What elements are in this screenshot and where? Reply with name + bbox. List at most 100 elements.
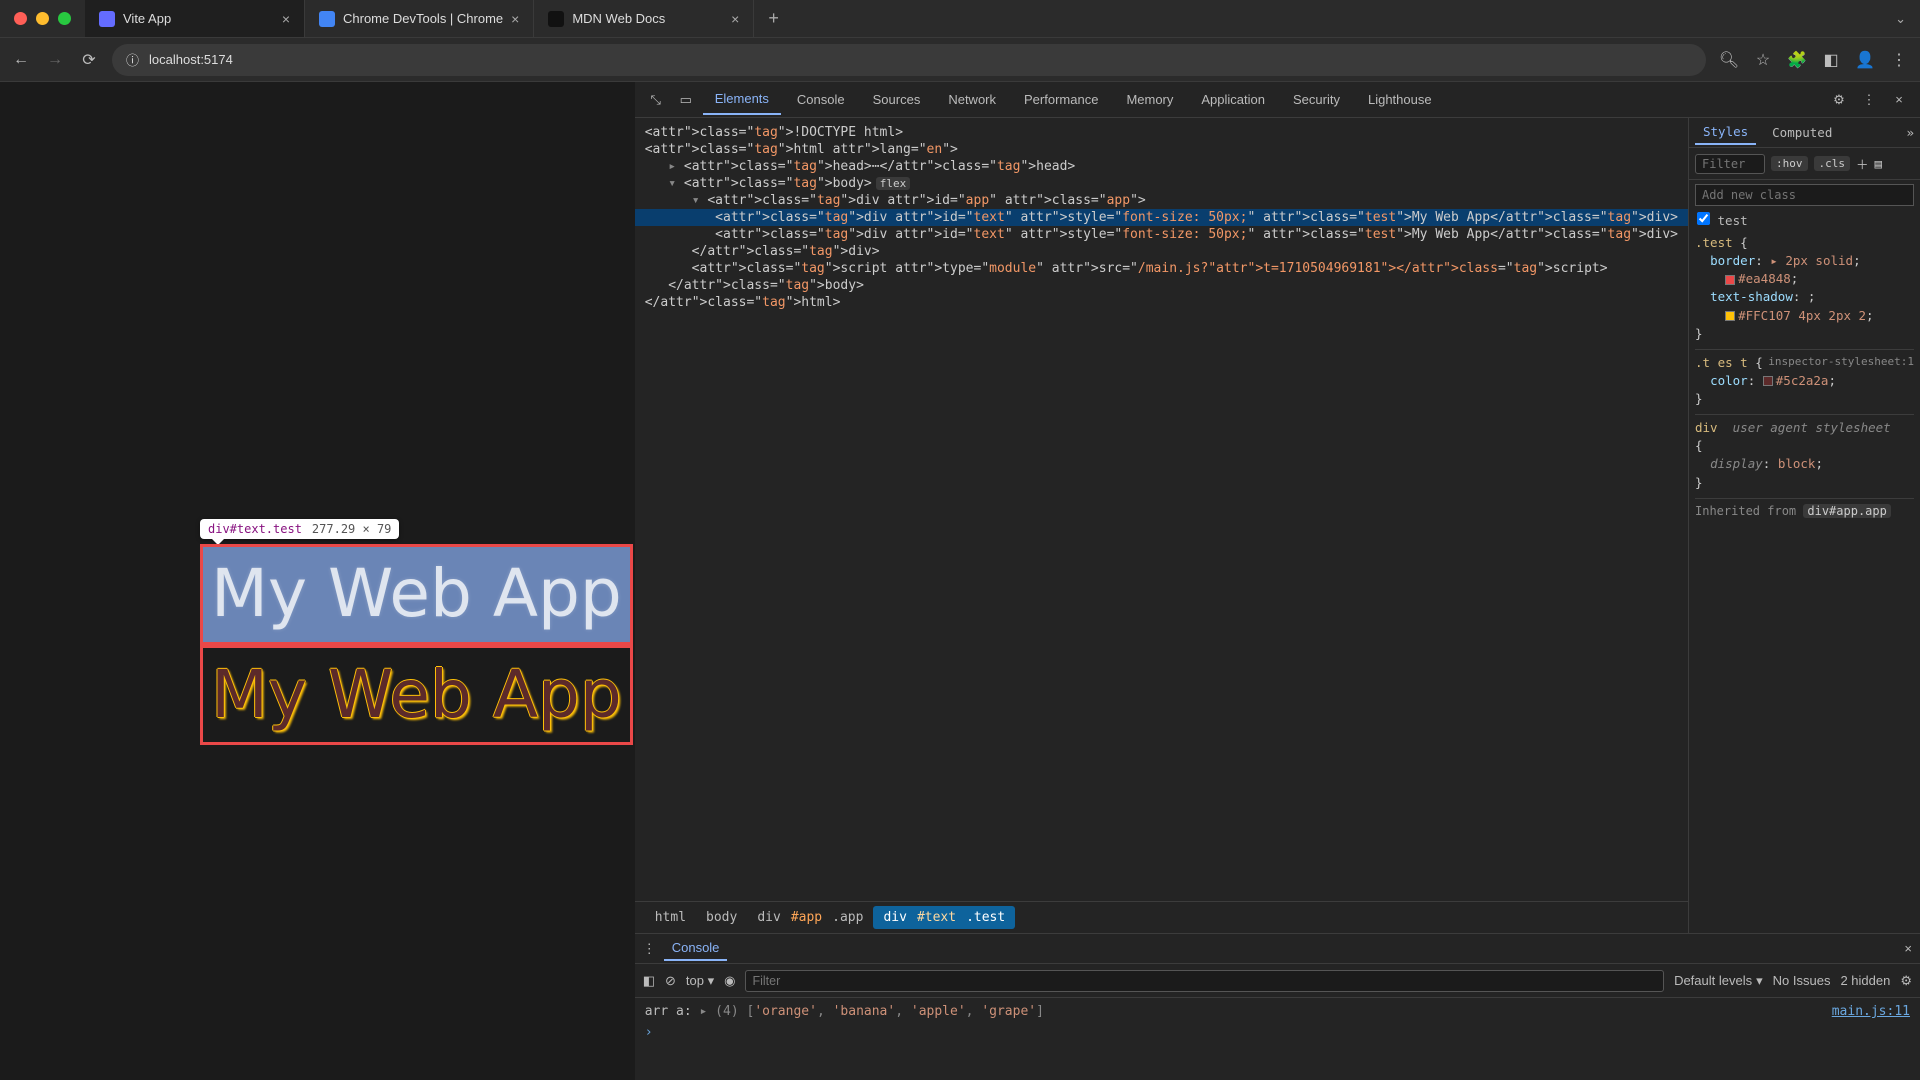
hidden-count[interactable]: 2 hidden <box>1840 973 1890 988</box>
class-checkbox[interactable] <box>1697 212 1710 225</box>
dom-node[interactable]: ▸ <attr">class="tag">head>⋯</attr">class… <box>635 158 1688 175</box>
tooltip-selector: div#text.test <box>208 522 302 536</box>
add-class-input[interactable] <box>1695 184 1914 206</box>
tab-memory[interactable]: Memory <box>1114 85 1185 114</box>
profile-icon[interactable]: 👤 <box>1854 50 1876 70</box>
live-expression-icon[interactable]: ◉ <box>724 973 735 989</box>
back-button[interactable]: ← <box>10 51 32 69</box>
tab-favicon <box>319 11 335 27</box>
console-drawer: ⋮ Console × ◧ ⊘ top ▾ ◉ Default levels ▾… <box>635 933 1920 1080</box>
issues-indicator[interactable]: No Issues <box>1773 973 1831 988</box>
crumb-current[interactable]: div#text.test <box>873 906 1015 929</box>
close-window-button[interactable] <box>14 12 27 25</box>
sidebar-toggle-icon[interactable]: ◧ <box>643 973 655 989</box>
extensions-icon[interactable]: 🧩 <box>1786 50 1808 70</box>
dom-node[interactable]: ▾ <attr">class="tag">div attr">id="app" … <box>635 192 1688 209</box>
dom-node[interactable]: ▾ <attr">class="tag">body>flex <box>635 175 1688 192</box>
dom-tree[interactable]: <attr">class="tag">!DOCTYPE html><attr">… <box>635 118 1688 901</box>
browser-tab-devtools-doc[interactable]: Chrome DevTools | Chrome × <box>305 0 534 37</box>
tab-computed[interactable]: Computed <box>1764 121 1840 144</box>
computed-icon[interactable]: ▤ <box>1875 156 1883 171</box>
element-breadcrumb[interactable]: html body div#app.app div#text.test <box>635 901 1688 933</box>
browser-tab-mdn[interactable]: MDN Web Docs × <box>534 0 754 37</box>
tab-title: Chrome DevTools | Chrome <box>343 11 503 26</box>
tab-title: MDN Web Docs <box>572 11 665 26</box>
tab-elements[interactable]: Elements <box>703 84 781 115</box>
close-tab-icon[interactable]: × <box>511 11 519 27</box>
dom-node[interactable]: <attr">class="tag">div attr">id="text" a… <box>635 209 1688 226</box>
device-toolbar-icon[interactable]: ▭ <box>673 87 699 113</box>
hov-toggle[interactable]: :hov <box>1771 156 1808 171</box>
drawer-tab-console[interactable]: Console <box>664 936 728 961</box>
menu-icon[interactable]: ⋮ <box>1888 50 1910 70</box>
new-tab-button[interactable]: + <box>754 0 793 37</box>
styles-pane: Styles Computed » :hov .cls ＋ ▤ test <box>1688 118 1920 933</box>
crumb-html[interactable]: html <box>645 906 696 929</box>
tab-network[interactable]: Network <box>936 85 1008 114</box>
expand-icon[interactable]: ▸ <box>700 1004 716 1019</box>
minimize-window-button[interactable] <box>36 12 49 25</box>
maximize-window-button[interactable] <box>58 12 71 25</box>
dom-node[interactable]: </attr">class="tag">body> <box>635 277 1688 294</box>
tab-favicon <box>99 11 115 27</box>
cls-toggle[interactable]: .cls <box>1814 156 1851 171</box>
tooltip-dimensions: 277.29 × 79 <box>312 522 391 536</box>
console-prompt[interactable]: › <box>645 1019 1910 1040</box>
page-viewport[interactable]: div#text.test 277.29 × 79 My Web App My … <box>0 82 635 1080</box>
tab-favicon <box>548 11 564 27</box>
more-icon[interactable]: » <box>1906 125 1914 140</box>
web-app-text[interactable]: My Web App <box>200 645 633 746</box>
inspect-tooltip: div#text.test 277.29 × 79 <box>200 519 399 539</box>
more-icon[interactable]: ⋮ <box>1856 87 1882 113</box>
add-rule-icon[interactable]: ＋ <box>1856 154 1869 173</box>
tab-performance[interactable]: Performance <box>1012 85 1110 114</box>
log-source[interactable]: main.js:11 <box>1832 1004 1910 1019</box>
dom-node[interactable]: <attr">class="tag">script attr">type="mo… <box>635 260 1688 277</box>
crumb-body[interactable]: body <box>696 906 747 929</box>
close-tab-icon[interactable]: × <box>282 11 290 27</box>
tab-security[interactable]: Security <box>1281 85 1352 114</box>
dom-node[interactable]: <attr">class="tag">!DOCTYPE html> <box>635 124 1688 141</box>
address-bar[interactable]: ⓘ localhost:5174 <box>112 44 1706 76</box>
console-filter-input[interactable] <box>745 970 1664 992</box>
forward-button[interactable]: → <box>44 51 66 69</box>
clear-console-icon[interactable]: ⊘ <box>665 973 676 989</box>
search-icon[interactable]: 🔍︎ <box>1718 50 1740 70</box>
dom-node[interactable]: <attr">class="tag">html attr">lang="en"> <box>635 141 1688 158</box>
inspect-element-icon[interactable]: ⤡ <box>643 87 669 113</box>
settings-icon[interactable]: ⚙ <box>1826 87 1852 113</box>
close-tab-icon[interactable]: × <box>731 11 739 27</box>
context-selector[interactable]: top ▾ <box>686 973 714 989</box>
close-devtools-icon[interactable]: × <box>1886 87 1912 113</box>
highlighted-element[interactable]: My Web App <box>200 544 633 645</box>
app-root: My Web App My Web App <box>200 544 633 745</box>
bookmark-icon[interactable]: ☆ <box>1752 50 1774 70</box>
crumb-app[interactable]: div#app.app <box>747 906 873 929</box>
side-panel-icon[interactable]: ◧ <box>1820 50 1842 70</box>
dom-node[interactable]: <attr">class="tag">div attr">id="text" a… <box>635 226 1688 243</box>
chevron-down-icon[interactable]: ⌄ <box>1895 11 1906 27</box>
log-count: (4) <box>715 1004 738 1019</box>
dom-node[interactable]: </attr">class="tag">div> <box>635 243 1688 260</box>
dom-node[interactable]: </attr">class="tag">html> <box>635 294 1688 311</box>
log-levels-selector[interactable]: Default levels ▾ <box>1674 973 1763 989</box>
css-rules[interactable]: .test { border: ▸ 2px solid; #ea4848; te… <box>1689 230 1920 933</box>
tab-lighthouse[interactable]: Lighthouse <box>1356 85 1444 114</box>
styles-filter-input[interactable] <box>1695 154 1765 174</box>
tab-styles[interactable]: Styles <box>1695 120 1756 145</box>
console-output[interactable]: main.js:11 arr a: ▸ (4) ['orange', 'bana… <box>635 998 1920 1080</box>
window-titlebar: Vite App × Chrome DevTools | Chrome × MD… <box>0 0 1920 38</box>
tab-sources[interactable]: Sources <box>861 85 933 114</box>
close-drawer-icon[interactable]: × <box>1904 941 1912 956</box>
reload-button[interactable]: ⟳ <box>78 50 100 70</box>
site-info-icon[interactable]: ⓘ <box>126 50 139 69</box>
log-prefix: arr a: <box>645 1004 692 1019</box>
class-toggle-row[interactable]: test <box>1689 210 1920 230</box>
console-settings-icon[interactable]: ⚙ <box>1900 973 1912 989</box>
browser-tab-vite[interactable]: Vite App × <box>85 0 305 37</box>
tab-console[interactable]: Console <box>785 85 857 114</box>
tab-application[interactable]: Application <box>1189 85 1277 114</box>
drawer-menu-icon[interactable]: ⋮ <box>643 941 656 957</box>
url-text: localhost:5174 <box>149 52 233 67</box>
tab-title: Vite App <box>123 11 171 26</box>
